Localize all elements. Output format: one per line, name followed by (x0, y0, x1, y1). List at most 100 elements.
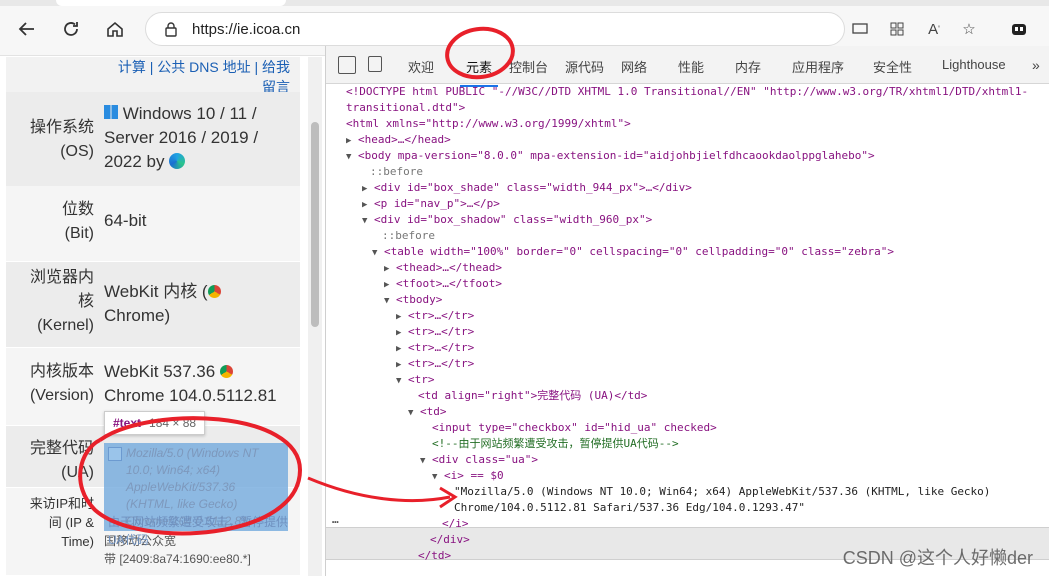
expand-icon[interactable]: ▶ (346, 136, 351, 146)
url-text[interactable]: https://ie.icoa.cn (192, 21, 300, 38)
row-label: 完整代码 (UA) (29, 440, 94, 481)
tab-welcome[interactable]: 欢迎 (408, 57, 434, 76)
dom-line[interactable]: <html xmlns="http://www.w3.org/1999/xhtm… (346, 116, 631, 132)
read-aloud-icon[interactable]: Aʹ (924, 14, 944, 44)
dom-line[interactable]: ▼ <body mpa-version="8.0.0" mpa-extensio… (346, 148, 875, 165)
tab-network[interactable]: 网络 (621, 57, 647, 76)
ua-checkbox[interactable] (108, 447, 122, 461)
dom-line[interactable]: <input type="checkbox" id="hid_ua" check… (432, 420, 717, 436)
dom-line[interactable]: ▼ <div class="ua"> (420, 452, 538, 469)
extension-icon[interactable] (1008, 14, 1030, 44)
dom-line[interactable]: ▼ <table width="100%" border="0" cellspa… (372, 244, 894, 261)
row-label: 来访IP和时间 (IP & Time) (29, 496, 94, 549)
expand-icon[interactable]: ▶ (384, 264, 389, 274)
tab-security[interactable]: 安全性 (873, 57, 912, 76)
expand-icon[interactable]: ▶ (396, 312, 401, 322)
dom-line[interactable]: ▶ <head>…</head> (346, 132, 451, 149)
tab-memory[interactable]: 内存 (735, 57, 761, 76)
dom-line[interactable]: </div> (430, 532, 470, 548)
home-icon[interactable] (100, 14, 130, 44)
dom-line[interactable]: ▶ <thead>…</thead> (384, 260, 502, 277)
expand-icon[interactable]: ▶ (384, 280, 389, 290)
dom-tree: … <!DOCTYPE html PUBLIC "-//W3C//DTD XHT… (326, 84, 1049, 576)
grid-icon[interactable] (887, 14, 907, 44)
collapse-icon[interactable]: ▼ (362, 216, 367, 226)
collapse-icon[interactable]: ▼ (384, 296, 389, 306)
dom-line[interactable]: ▶ <tr>…</tr> (396, 308, 474, 325)
dom-line[interactable]: ::before (382, 228, 435, 244)
row-label: 内核版本 (Version) (29, 363, 94, 404)
scrollbar-thumb[interactable] (311, 122, 319, 327)
dom-line[interactable]: </i> (442, 516, 469, 532)
tooltip-tag: #text (113, 416, 142, 430)
dom-line[interactable]: ▼ <tbody> (384, 292, 442, 309)
expand-icon[interactable]: ▶ (396, 328, 401, 338)
dom-line[interactable]: ▶ <tr>…</tr> (396, 340, 474, 357)
dom-line[interactable]: ▶ <tr>…</tr> (396, 356, 474, 373)
collapse-icon[interactable]: ▼ (432, 472, 437, 482)
edge-icon (169, 153, 186, 169)
favorite-icon[interactable]: ☆ (958, 14, 980, 44)
dom-line[interactable]: <!DOCTYPE html PUBLIC "-//W3C//DTD XHTML… (346, 84, 1028, 100)
tab-lighthouse[interactable]: Lighthouse (942, 57, 1006, 72)
inspect-tooltip: #text 184 × 88 (104, 411, 206, 435)
row-label: 位数 (Bit) (61, 201, 94, 242)
row-label: 浏览器内核 (Kernel) (29, 269, 94, 334)
dom-line[interactable]: ▶ <tfoot>…</tfoot> (384, 276, 502, 293)
dom-line[interactable]: ▼ <td> (408, 404, 447, 421)
chrome-icon (207, 285, 221, 298)
dom-line[interactable]: ▼ <div id="box_shadow" class="width_960_… (362, 212, 652, 229)
top-links[interactable]: 计算 | 公共 DNS 地址 | 给我 留言 (108, 57, 290, 97)
tab-elements[interactable]: 元素 (459, 57, 499, 87)
dom-line[interactable]: <td align="right">完整代码 (UA)</td> (418, 388, 647, 404)
dom-text-node[interactable]: Chrome/104.0.5112.81 Safari/537.36 Edg/1… (454, 500, 805, 516)
collapse-icon[interactable]: ▼ (372, 248, 377, 258)
more-tabs-icon[interactable]: » (1032, 57, 1040, 73)
expand-icon[interactable]: ▶ (396, 344, 401, 354)
device-icon[interactable] (368, 56, 382, 72)
active-tab[interactable] (56, 0, 286, 6)
dom-line[interactable]: ▶ <p id="nav_p">…</p> (362, 196, 500, 213)
dom-line[interactable]: transitional.dtd"> (346, 100, 465, 116)
row-value: WebKit 内核 (Chrome) (104, 280, 294, 328)
dom-line[interactable]: ▼ <tr> (396, 372, 435, 389)
tab-console[interactable]: 控制台 (509, 57, 548, 76)
watermark: CSDN @这个人好懒der (842, 548, 1033, 568)
tooltip-dims: 184 × 88 (149, 416, 197, 430)
dom-text-node[interactable]: "Mozilla/5.0 (Windows NT 10.0; Win64; x6… (454, 484, 990, 500)
ua-highlight: Mozilla/5.0 (Windows NT 10.0; Win64; x64… (104, 443, 288, 547)
devtools-panel: 欢迎 元素 控制台 源代码 网络 性能 内存 应用程序 安全性 Lighthou… (325, 46, 1049, 576)
inspect-icon[interactable] (338, 56, 356, 74)
dom-line[interactable]: ▶ <tr>…</tr> (396, 324, 474, 341)
row-value: WebKit 537.36 Chrome 104.0.5112.81 (104, 362, 277, 405)
back-icon[interactable] (12, 14, 42, 44)
dom-line[interactable]: ▼ <i> == $0 (432, 468, 504, 485)
row-value: Windows 10 / 11 / Server 2016 / 2019 / 2… (104, 104, 259, 171)
address-bar[interactable]: https://ie.icoa.cn (145, 12, 845, 46)
dom-line[interactable]: ▶ <div id="box_shade" class="width_944_p… (362, 180, 692, 197)
row-value: 64-bit (104, 211, 147, 230)
collapse-icon[interactable]: ▼ (346, 152, 351, 162)
row-kernel: 浏览器内核 (Kernel) WebKit 内核 (Chrome) (6, 262, 300, 348)
row-label: 操作系统 (OS) (29, 119, 94, 160)
refresh-icon[interactable] (56, 14, 86, 44)
dom-line[interactable]: ::before (370, 164, 423, 180)
tab-application[interactable]: 应用程序 (792, 57, 844, 76)
lock-icon[interactable] (164, 21, 178, 42)
page-scrollbar[interactable] (308, 57, 322, 576)
expand-icon[interactable]: ▶ (362, 184, 367, 194)
cast-icon[interactable] (850, 14, 870, 44)
row-bit: 位数 (Bit) 64-bit (6, 186, 300, 262)
chrome-icon (219, 365, 233, 378)
expand-icon[interactable]: ▶ (362, 200, 367, 210)
collapse-icon[interactable]: ▼ (408, 408, 413, 418)
ellipsis-icon[interactable]: … (332, 512, 339, 528)
tab-sources[interactable]: 源代码 (565, 57, 604, 76)
expand-icon[interactable]: ▶ (396, 360, 401, 370)
dom-line[interactable]: <!--由于网站频繁遭受攻击，暂停提供UA代码--> (432, 436, 679, 452)
collapse-icon[interactable]: ▼ (396, 376, 401, 386)
collapse-icon[interactable]: ▼ (420, 456, 425, 466)
dom-line[interactable]: </td> (418, 548, 451, 564)
windows-icon (104, 105, 118, 119)
tab-performance[interactable]: 性能 (678, 57, 704, 76)
